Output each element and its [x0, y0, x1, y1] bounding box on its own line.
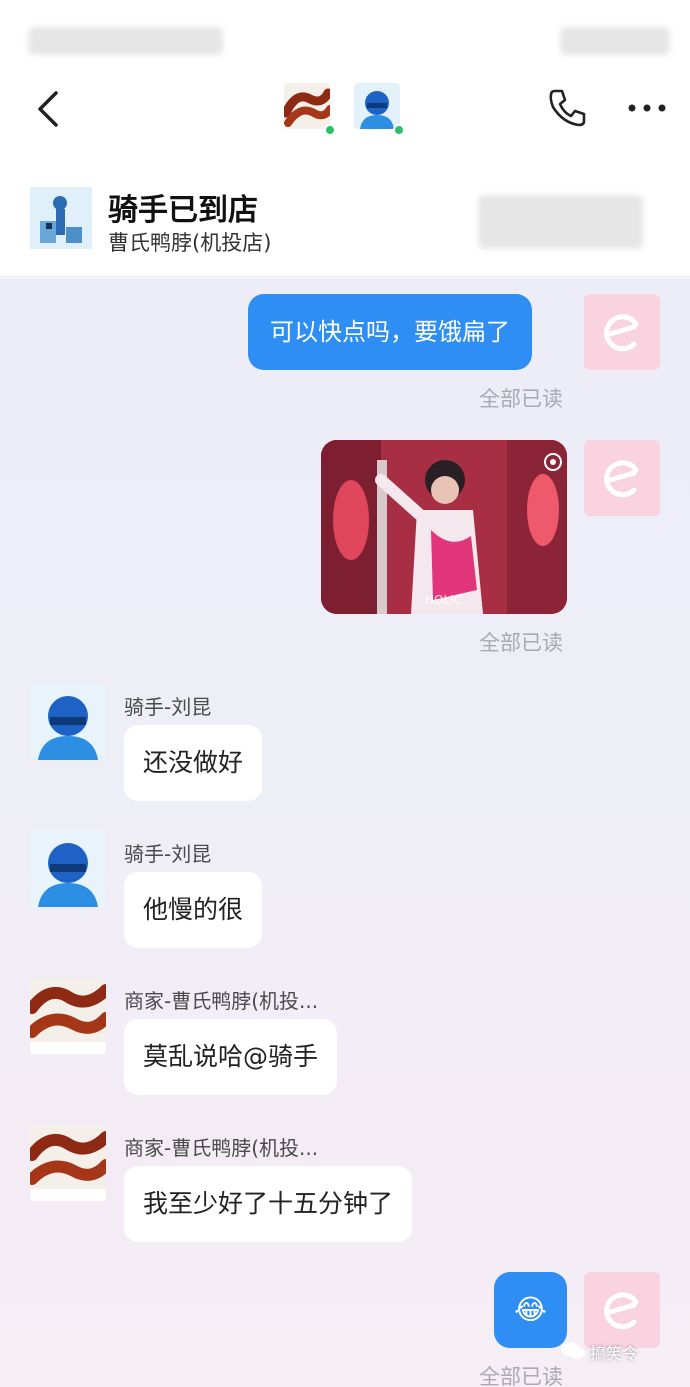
more-icon — [628, 104, 666, 112]
order-card[interactable]: 骑手已到店 曹氏鸭脖(机投店) — [0, 165, 690, 277]
merchant-message-avatar[interactable] — [30, 1125, 106, 1201]
wechat-icon — [561, 1342, 585, 1359]
sender-name: 骑手-刘昆 — [124, 842, 212, 866]
order-title: 骑手已到店 — [108, 193, 258, 228]
call-button[interactable] — [545, 85, 589, 129]
rider-message-avatar[interactable] — [30, 831, 106, 907]
merchant-message-avatar[interactable] — [30, 978, 106, 1054]
self-avatar[interactable] — [584, 440, 660, 516]
status-bar-icons-blur — [560, 27, 670, 55]
more-button[interactable] — [622, 93, 672, 123]
outgoing-message-bubble[interactable]: 可以快点吗，要饿扁了 — [248, 294, 532, 370]
read-status: 全部已读 — [479, 387, 563, 411]
nav-bar — [0, 75, 690, 145]
sender-name: 商家-曹氏鸭脖(机投... — [124, 989, 319, 1013]
incoming-message-bubble[interactable]: 我至少好了十五分钟了 — [124, 1166, 413, 1242]
phone-icon — [549, 89, 586, 127]
read-status: 全部已读 — [479, 631, 563, 655]
outgoing-image-message[interactable]: HOLIC — [321, 440, 567, 614]
self-avatar[interactable] — [584, 1272, 660, 1348]
rider-avatar[interactable] — [354, 83, 400, 129]
chat-area[interactable]: 可以快点吗，要饿扁了 全部已读 HOLIC 全部已读 骑手-刘昆 还没做好 骑手… — [0, 278, 690, 1387]
svg-text:HOLIC: HOLIC — [425, 593, 462, 607]
rider-message-avatar[interactable] — [30, 684, 106, 760]
self-avatar[interactable] — [584, 294, 660, 370]
rider-online-dot — [393, 124, 405, 136]
status-bar — [0, 0, 690, 75]
watermark-text: 搞笑令 — [590, 1344, 639, 1363]
order-status-thumbnail — [30, 187, 92, 249]
merchant-avatar[interactable] — [284, 83, 330, 129]
incoming-message-bubble[interactable]: 还没做好 — [124, 725, 263, 801]
sender-name: 商家-曹氏鸭脖(机投... — [124, 1136, 319, 1160]
camera-icon — [544, 453, 562, 471]
read-status: 全部已读 — [479, 1365, 563, 1387]
incoming-message-bubble[interactable]: 莫乱说哈@骑手 — [124, 1019, 338, 1095]
merchant-online-dot — [324, 124, 336, 136]
status-bar-time-blur — [28, 27, 223, 55]
outgoing-emoji-bubble[interactable]: 😂 — [494, 1272, 567, 1348]
order-merchant-name: 曹氏鸭脖(机投店) — [108, 231, 272, 255]
back-button[interactable] — [30, 87, 70, 131]
sender-name: 骑手-刘昆 — [124, 695, 212, 719]
incoming-message-bubble[interactable]: 他慢的很 — [124, 872, 263, 948]
order-info-blur — [478, 195, 643, 249]
back-icon — [38, 91, 58, 127]
